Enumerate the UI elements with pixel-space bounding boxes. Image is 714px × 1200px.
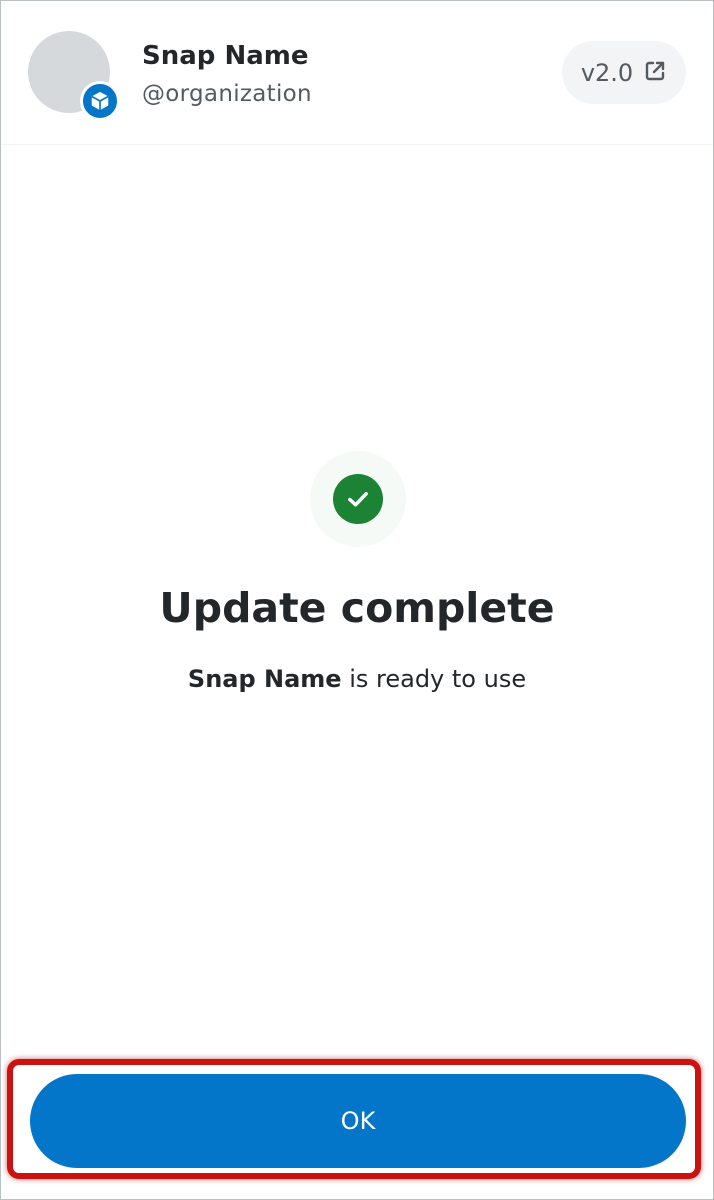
update-message: Snap Name is ready to use bbox=[1, 665, 713, 693]
page-title: Update complete bbox=[159, 584, 555, 632]
version-label: v2.0 bbox=[580, 58, 634, 87]
version-link-button[interactable]: v2.0 bbox=[562, 41, 686, 104]
message-text: is ready to use bbox=[341, 665, 527, 693]
message-snap-name: Snap Name bbox=[187, 665, 342, 693]
check-circle-icon bbox=[333, 474, 383, 524]
snap-box-icon bbox=[80, 81, 120, 121]
snap-name: Snap Name bbox=[142, 41, 309, 71]
ok-button[interactable]: OK bbox=[30, 1074, 686, 1168]
snap-header: Snap Name @organization v2.0 bbox=[1, 1, 713, 145]
success-status bbox=[310, 451, 406, 547]
snap-avatar-container bbox=[28, 31, 122, 123]
snap-organization: @organization bbox=[142, 81, 312, 107]
snap-update-dialog: Snap Name @organization v2.0 Update comp… bbox=[0, 0, 714, 1200]
external-link-icon bbox=[643, 59, 667, 87]
